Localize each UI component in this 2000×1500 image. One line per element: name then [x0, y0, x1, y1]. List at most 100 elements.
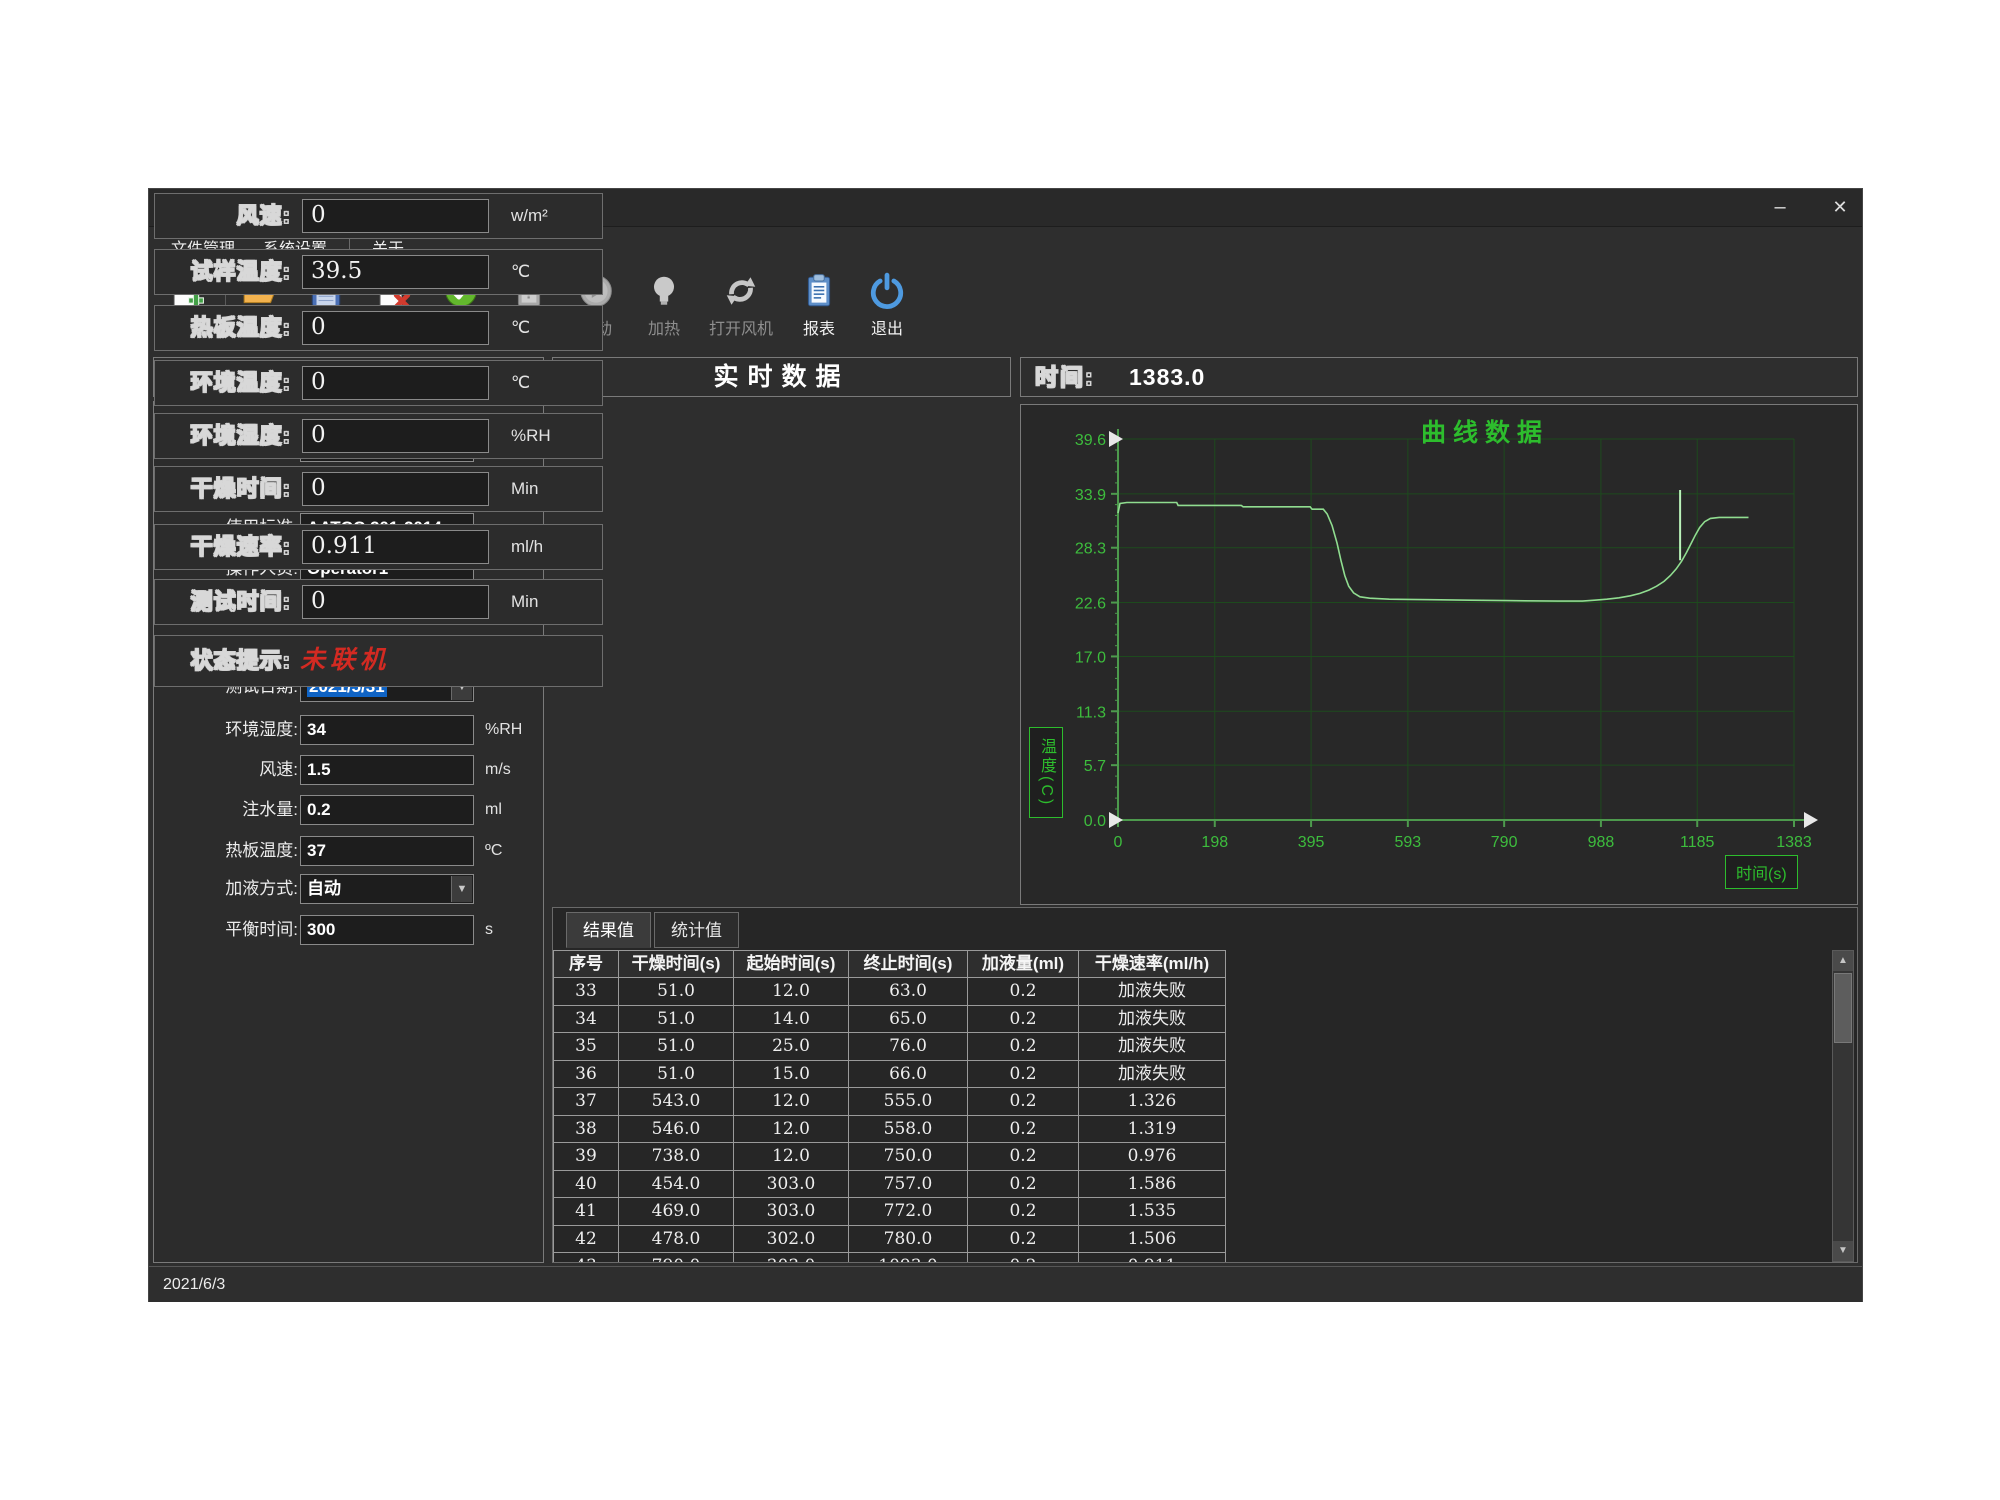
table-row[interactable]: 3651.015.066.00.2加液失败: [553, 1061, 1253, 1089]
cell: 454.0: [619, 1171, 734, 1199]
param-field-unit: s: [485, 915, 493, 945]
realtime-row: 干燥时间:0Min: [154, 466, 603, 512]
minimize-button[interactable]: –: [1757, 189, 1803, 227]
realtime-row: 测试时间:0Min: [154, 579, 603, 625]
table-row[interactable]: 3551.025.076.00.2加液失败: [553, 1033, 1253, 1061]
table-row[interactable]: 3351.012.063.00.2加液失败: [553, 978, 1253, 1006]
results-tabs: 结果值统计值: [566, 912, 742, 950]
param-input-10[interactable]: 37: [300, 836, 474, 866]
cell: 66.0: [849, 1061, 968, 1089]
realtime-row: 环境温度:0℃: [154, 360, 603, 406]
realtime-panel-body: 风速:0w/m²试样温度:39.5℃热板温度:0℃环境温度:0℃环境湿度:0%R…: [149, 189, 608, 691]
param-input-value: 0.2: [307, 800, 331, 819]
realtime-value-box: 0: [302, 419, 489, 453]
results-area: 结果值统计值 序号干燥时间(s)起始时间(s)终止时间(s)加液量(ml)干燥速…: [552, 907, 1858, 1263]
param-input-9[interactable]: 0.2: [300, 795, 474, 825]
cell: 51.0: [619, 1061, 734, 1089]
cell: 35: [554, 1033, 619, 1061]
realtime-label: 试样温度:: [155, 250, 291, 294]
cell: 0.2: [968, 1171, 1079, 1199]
cell: 12.0: [734, 978, 849, 1006]
realtime-value: 0: [303, 312, 488, 343]
status-row: 状态提示:未联机: [154, 635, 603, 687]
column-header: 序号: [554, 951, 619, 977]
cell: 0.2: [968, 1143, 1079, 1171]
svg-text:39.6: 39.6: [1075, 432, 1106, 449]
svg-text:28.3: 28.3: [1075, 541, 1106, 558]
time-label: 时间:: [1035, 358, 1095, 396]
param-input-7[interactable]: 34: [300, 715, 474, 745]
cell: 51.0: [619, 978, 734, 1006]
dropdown-arrow-icon[interactable]: ▼: [451, 876, 472, 902]
realtime-label: 测试时间:: [155, 580, 291, 624]
table-row[interactable]: 37543.012.0555.00.21.326: [553, 1088, 1253, 1116]
table-row[interactable]: 41469.0303.0772.00.21.535: [553, 1198, 1253, 1226]
cell: 0.2: [968, 1253, 1079, 1262]
scrollbar-thumb[interactable]: [1834, 973, 1852, 1043]
exit-power-button[interactable]: 退出: [847, 272, 927, 339]
cell: 0.976: [1079, 1143, 1226, 1171]
realtime-unit: ml/h: [511, 525, 543, 569]
fan-cycle-button: 打开风机: [689, 272, 793, 339]
realtime-unit: ℃: [511, 306, 530, 350]
table-row[interactable]: 3451.014.065.00.2加液失败: [553, 1006, 1253, 1034]
table-row[interactable]: 43790.0303.01093.00.20.911: [553, 1253, 1253, 1262]
cell: 12.0: [734, 1088, 849, 1116]
cell: 555.0: [849, 1088, 968, 1116]
cell: 加液失败: [1079, 1061, 1226, 1089]
param-input-11[interactable]: 自动▼: [300, 874, 474, 904]
table-row[interactable]: 40454.0303.0757.00.21.586: [553, 1171, 1253, 1199]
realtime-label: 干燥时间:: [155, 467, 291, 511]
table-row[interactable]: 38546.012.0558.00.21.319: [553, 1116, 1253, 1144]
svg-text:1185: 1185: [1680, 834, 1715, 851]
chart-plot[interactable]: 39.633.928.322.617.011.35.70.00198395593…: [1021, 405, 1857, 904]
param-field-row: 热板温度:37ºC: [154, 836, 543, 866]
cell: 750.0: [849, 1143, 968, 1171]
cell: 0.911: [1079, 1253, 1226, 1262]
tab-results[interactable]: 结果值: [566, 912, 651, 948]
realtime-label: 环境湿度:: [155, 414, 291, 458]
param-field-row: 注水量:0.2ml: [154, 795, 543, 825]
close-button[interactable]: ✕: [1817, 189, 1863, 227]
cell: 加液失败: [1079, 978, 1226, 1006]
param-field-row: 风速:1.5m/s: [154, 755, 543, 785]
status-bar: 2021/6/3: [149, 1266, 1862, 1302]
cell: 加液失败: [1079, 1006, 1226, 1034]
fan-cycle-icon: [722, 272, 760, 310]
table-scrollbar[interactable]: ▲ ▼: [1832, 950, 1854, 1262]
realtime-value-box: 39.5: [302, 255, 489, 289]
status-label: 状态提示:: [155, 636, 291, 686]
realtime-value: 39.5: [303, 256, 488, 287]
realtime-row: 试样温度:39.5℃: [154, 249, 603, 295]
cell: 1093.0: [849, 1253, 968, 1262]
scroll-down-icon[interactable]: ▼: [1833, 1241, 1853, 1261]
y-axis-label: 温度(C): [1029, 727, 1063, 818]
param-field-label: 加液方式:: [174, 874, 298, 904]
cell: 51.0: [619, 1006, 734, 1034]
param-input-12[interactable]: 300: [300, 915, 474, 945]
realtime-value-box: 0: [302, 311, 489, 345]
scroll-up-icon[interactable]: ▲: [1833, 951, 1853, 971]
realtime-panel-header: 实时数据: [552, 357, 1011, 397]
cell: 303.0: [734, 1253, 849, 1262]
param-input-8[interactable]: 1.5: [300, 755, 474, 785]
param-field-label: 热板温度:: [174, 836, 298, 866]
table-row[interactable]: 42478.0302.0780.00.21.506: [553, 1226, 1253, 1254]
param-field-unit: m/s: [485, 755, 511, 785]
cell: 0.2: [968, 978, 1079, 1006]
table-row[interactable]: 39738.012.0750.00.20.976: [553, 1143, 1253, 1171]
app-window: MB290C干燥速率测试系统 – ✕ 文件管理系统设置关于 新建打开保存删除联机…: [148, 188, 1863, 1302]
cell: 33: [554, 978, 619, 1006]
cell: 65.0: [849, 1006, 968, 1034]
tab-statistics[interactable]: 统计值: [654, 912, 739, 948]
cell: 34: [554, 1006, 619, 1034]
heat-bulb-icon: [645, 272, 683, 310]
cell: 0.2: [968, 1116, 1079, 1144]
svg-text:11.3: 11.3: [1076, 704, 1106, 721]
cell: 39: [554, 1143, 619, 1171]
toolbar-button-label: 退出: [847, 315, 927, 339]
cell: 0.2: [968, 1033, 1079, 1061]
realtime-value: 0: [303, 200, 488, 231]
realtime-unit: Min: [511, 467, 538, 511]
column-header: 干燥时间(s): [619, 951, 734, 977]
